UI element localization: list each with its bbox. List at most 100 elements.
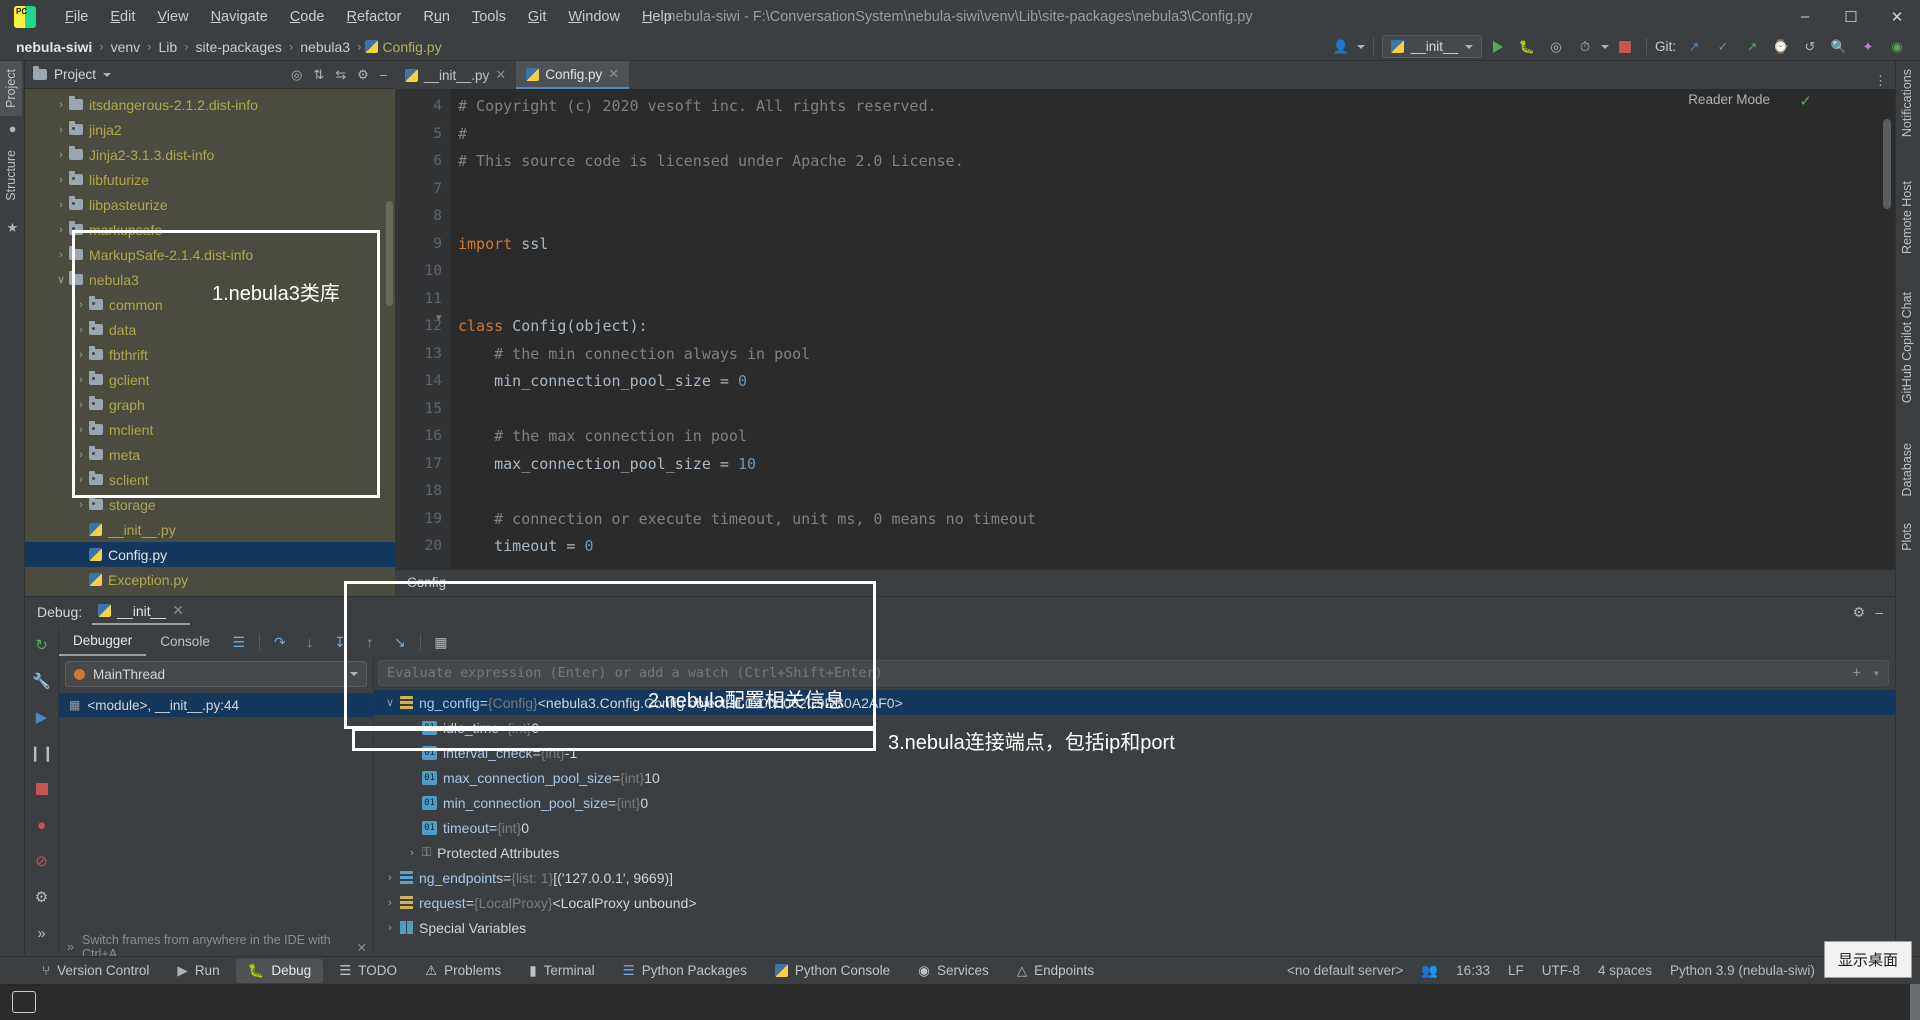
chevron-down-icon[interactable] [350, 672, 358, 676]
copilot-icon[interactable]: ◉ [1884, 36, 1910, 58]
chevron-down-icon[interactable]: ∨ [53, 273, 69, 286]
menu-item-help[interactable]: Help [631, 5, 683, 29]
menu-item-code[interactable]: Code [279, 5, 336, 29]
chevron-right-icon[interactable]: › [73, 474, 89, 486]
chevron-right-icon[interactable]: › [380, 872, 400, 884]
settings-gear-icon[interactable]: ⚙ [1853, 604, 1866, 621]
git-update-icon[interactable]: ↗ [1681, 36, 1707, 58]
select-opened-file-icon[interactable]: ◎ [291, 67, 302, 83]
people-icon[interactable]: 👥 [1421, 963, 1438, 979]
inspections-ok-icon[interactable]: ✓ [1799, 92, 1812, 110]
chevron-right-icon[interactable]: › [380, 922, 400, 934]
tab-debugger[interactable]: Debugger [59, 628, 147, 656]
project-file-tree[interactable]: › itsdangerous-2.1.2.dist-info › jinja2 › Jin… [25, 89, 395, 596]
tree-item-mclient[interactable]: › mclient [25, 417, 395, 442]
breadcrumb[interactable]: nebula-siwi › venv › Lib › site-packages… [13, 38, 442, 56]
collapse-all-icon[interactable]: ⇆ [335, 67, 346, 83]
bottom-tab-endpoints[interactable]: △ Endpoints [1005, 959, 1106, 983]
status-encoding[interactable]: UTF-8 [1542, 963, 1580, 978]
rail-tab-remote-host[interactable]: Remote Host [1896, 173, 1918, 262]
step-into-icon[interactable]: ↓ [295, 630, 325, 654]
rail-tab-copilot-chat[interactable]: GitHub Copilot Chat [1896, 284, 1918, 411]
debug-panel-actions[interactable]: ⚙ – [1853, 604, 1895, 621]
expand-more-icon[interactable]: » [25, 915, 58, 951]
chevron-down-icon[interactable] [1464, 44, 1473, 49]
tree-item-jinja2[interactable]: › jinja2 [25, 117, 395, 142]
chevron-down-icon[interactable]: ▾ [1867, 666, 1880, 680]
frame-row[interactable]: ▦ <module>, __init__.py:44 [59, 693, 373, 717]
code-line[interactable] [450, 478, 1895, 506]
breadcrumb-item-1[interactable]: venv [108, 38, 144, 56]
close-icon[interactable]: ✕ [357, 940, 367, 955]
rail-tab-notifications[interactable]: Notifications [1896, 61, 1918, 145]
tree-item-graph[interactable]: › graph [25, 392, 395, 417]
chevron-right-icon[interactable]: › [73, 449, 89, 461]
tree-item-sclient[interactable]: › sclient [25, 467, 395, 492]
minimize-button[interactable]: – [1782, 0, 1828, 33]
ai-assistant-icon[interactable]: ✦ [1855, 36, 1881, 58]
step-over-icon[interactable]: ↷ [265, 630, 295, 654]
show-desktop-button[interactable] [1910, 984, 1920, 1020]
breadcrumb-item-0[interactable]: nebula-siwi [13, 38, 95, 56]
code-line[interactable]: # connection or execute timeout, unit ms… [450, 506, 1895, 534]
mute-breakpoints-icon[interactable]: ⊘ [25, 843, 58, 879]
code-fold-icon[interactable]: ▾ [436, 311, 442, 324]
expand-more-icon[interactable]: » [67, 940, 74, 954]
rail-tab-structure[interactable]: Structure [0, 142, 22, 209]
run-coverage-button[interactable]: ◎ [1543, 36, 1569, 58]
taskbar-app-icon[interactable] [12, 991, 36, 1013]
rerun-icon[interactable]: ↻ [25, 627, 58, 663]
tree-item-config-py[interactable]: Config.py [25, 542, 395, 567]
debug-session-tab[interactable]: __init__ ✕ [92, 599, 190, 625]
windows-taskbar[interactable] [0, 984, 1920, 1020]
editor-tab-init[interactable]: __init__.py ✕ [395, 61, 516, 89]
variable-row-special-variables[interactable]: › Special Variables [374, 915, 1895, 940]
bottom-tab-version-control[interactable]: ⑂ Version Control [30, 959, 161, 982]
menu-item-view[interactable]: View [146, 5, 199, 29]
add-watch-icon[interactable]: + [1852, 665, 1866, 681]
breadcrumb-item-4[interactable]: nebula3 [297, 38, 353, 56]
debug-side-actions[interactable]: ↻ 🔧 ▶ ❙❙ ● ⊘ ⚙ » [25, 627, 59, 965]
bookmarks-icon[interactable]: ★ [0, 215, 25, 241]
variable-row-ng-config[interactable]: ∨ ng_config = {Config} <nebula3.Config.Co… [374, 690, 1895, 715]
chevron-right-icon[interactable]: › [402, 847, 422, 859]
close-icon[interactable]: ✕ [172, 602, 184, 619]
maximize-button[interactable]: ☐ [1828, 0, 1874, 33]
chevron-right-icon[interactable]: › [53, 124, 69, 136]
editor-breadcrumb-class[interactable]: Config [407, 575, 446, 590]
editor-code-area[interactable]: # Copyright (c) 2020 vesoft inc. All rig… [450, 89, 1895, 569]
menu-item-tools[interactable]: Tools [461, 5, 517, 29]
chevron-right-icon[interactable]: › [53, 99, 69, 111]
pause-program-icon[interactable]: ❙❙ [25, 735, 58, 771]
chevron-right-icon[interactable]: › [53, 224, 69, 236]
run-button[interactable] [1485, 36, 1511, 58]
search-icon[interactable]: 🔍 [1826, 36, 1852, 58]
chevron-right-icon[interactable]: › [73, 399, 89, 411]
debug-button[interactable]: 🐛 [1514, 36, 1540, 58]
editor-tab-config[interactable]: Config.py ✕ [516, 61, 630, 89]
menu-item-navigate[interactable]: Navigate [200, 5, 279, 29]
bottom-tab-terminal[interactable]: ▮ Terminal [517, 959, 606, 983]
rail-tab-plots[interactable]: Plots [1896, 515, 1918, 559]
stop-button[interactable] [1612, 36, 1638, 58]
commit-icon[interactable]: ● [0, 116, 25, 142]
chevron-right-icon[interactable]: › [73, 349, 89, 361]
tool-window-bar[interactable]: ⑂ Version Control ▶ Run 🐛 Debug ☰ TODO ⚠… [0, 956, 1920, 984]
main-toolbar[interactable]: 👤 __init__ 🐛 ◎ ⏱ Git: ↗ ✓ ↗ ⌚ ↺ 🔍 ✦ ◉ [1328, 35, 1920, 58]
breadcrumb-item-2[interactable]: Lib [156, 38, 181, 56]
settings-gear-icon[interactable]: ⚙ [25, 879, 58, 915]
reader-mode-label[interactable]: Reader Mode [1688, 92, 1770, 107]
close-button[interactable]: ✕ [1874, 0, 1920, 33]
code-line[interactable] [450, 286, 1895, 314]
bottom-tab-python-console[interactable]: Python Console [763, 959, 902, 982]
tree-item-markupsafe[interactable]: › markupsafe [25, 217, 395, 242]
view-breakpoints-icon[interactable]: ● [25, 807, 58, 843]
layout-settings-icon[interactable]: ☰ [224, 630, 254, 654]
chevron-down-icon[interactable] [103, 72, 112, 77]
code-line[interactable]: timeout = 0 [450, 533, 1895, 561]
hide-panel-icon[interactable]: – [380, 67, 387, 83]
code-editor[interactable]: 4 5 6 7 8 9 10 11 12 13 14 15 16 17 18 19 20 # Copyright… [395, 89, 1895, 569]
code-line[interactable]: import ssl [450, 231, 1895, 259]
bottom-tab-python-packages[interactable]: ☰ Python Packages [611, 959, 759, 983]
code-line[interactable] [450, 258, 1895, 286]
